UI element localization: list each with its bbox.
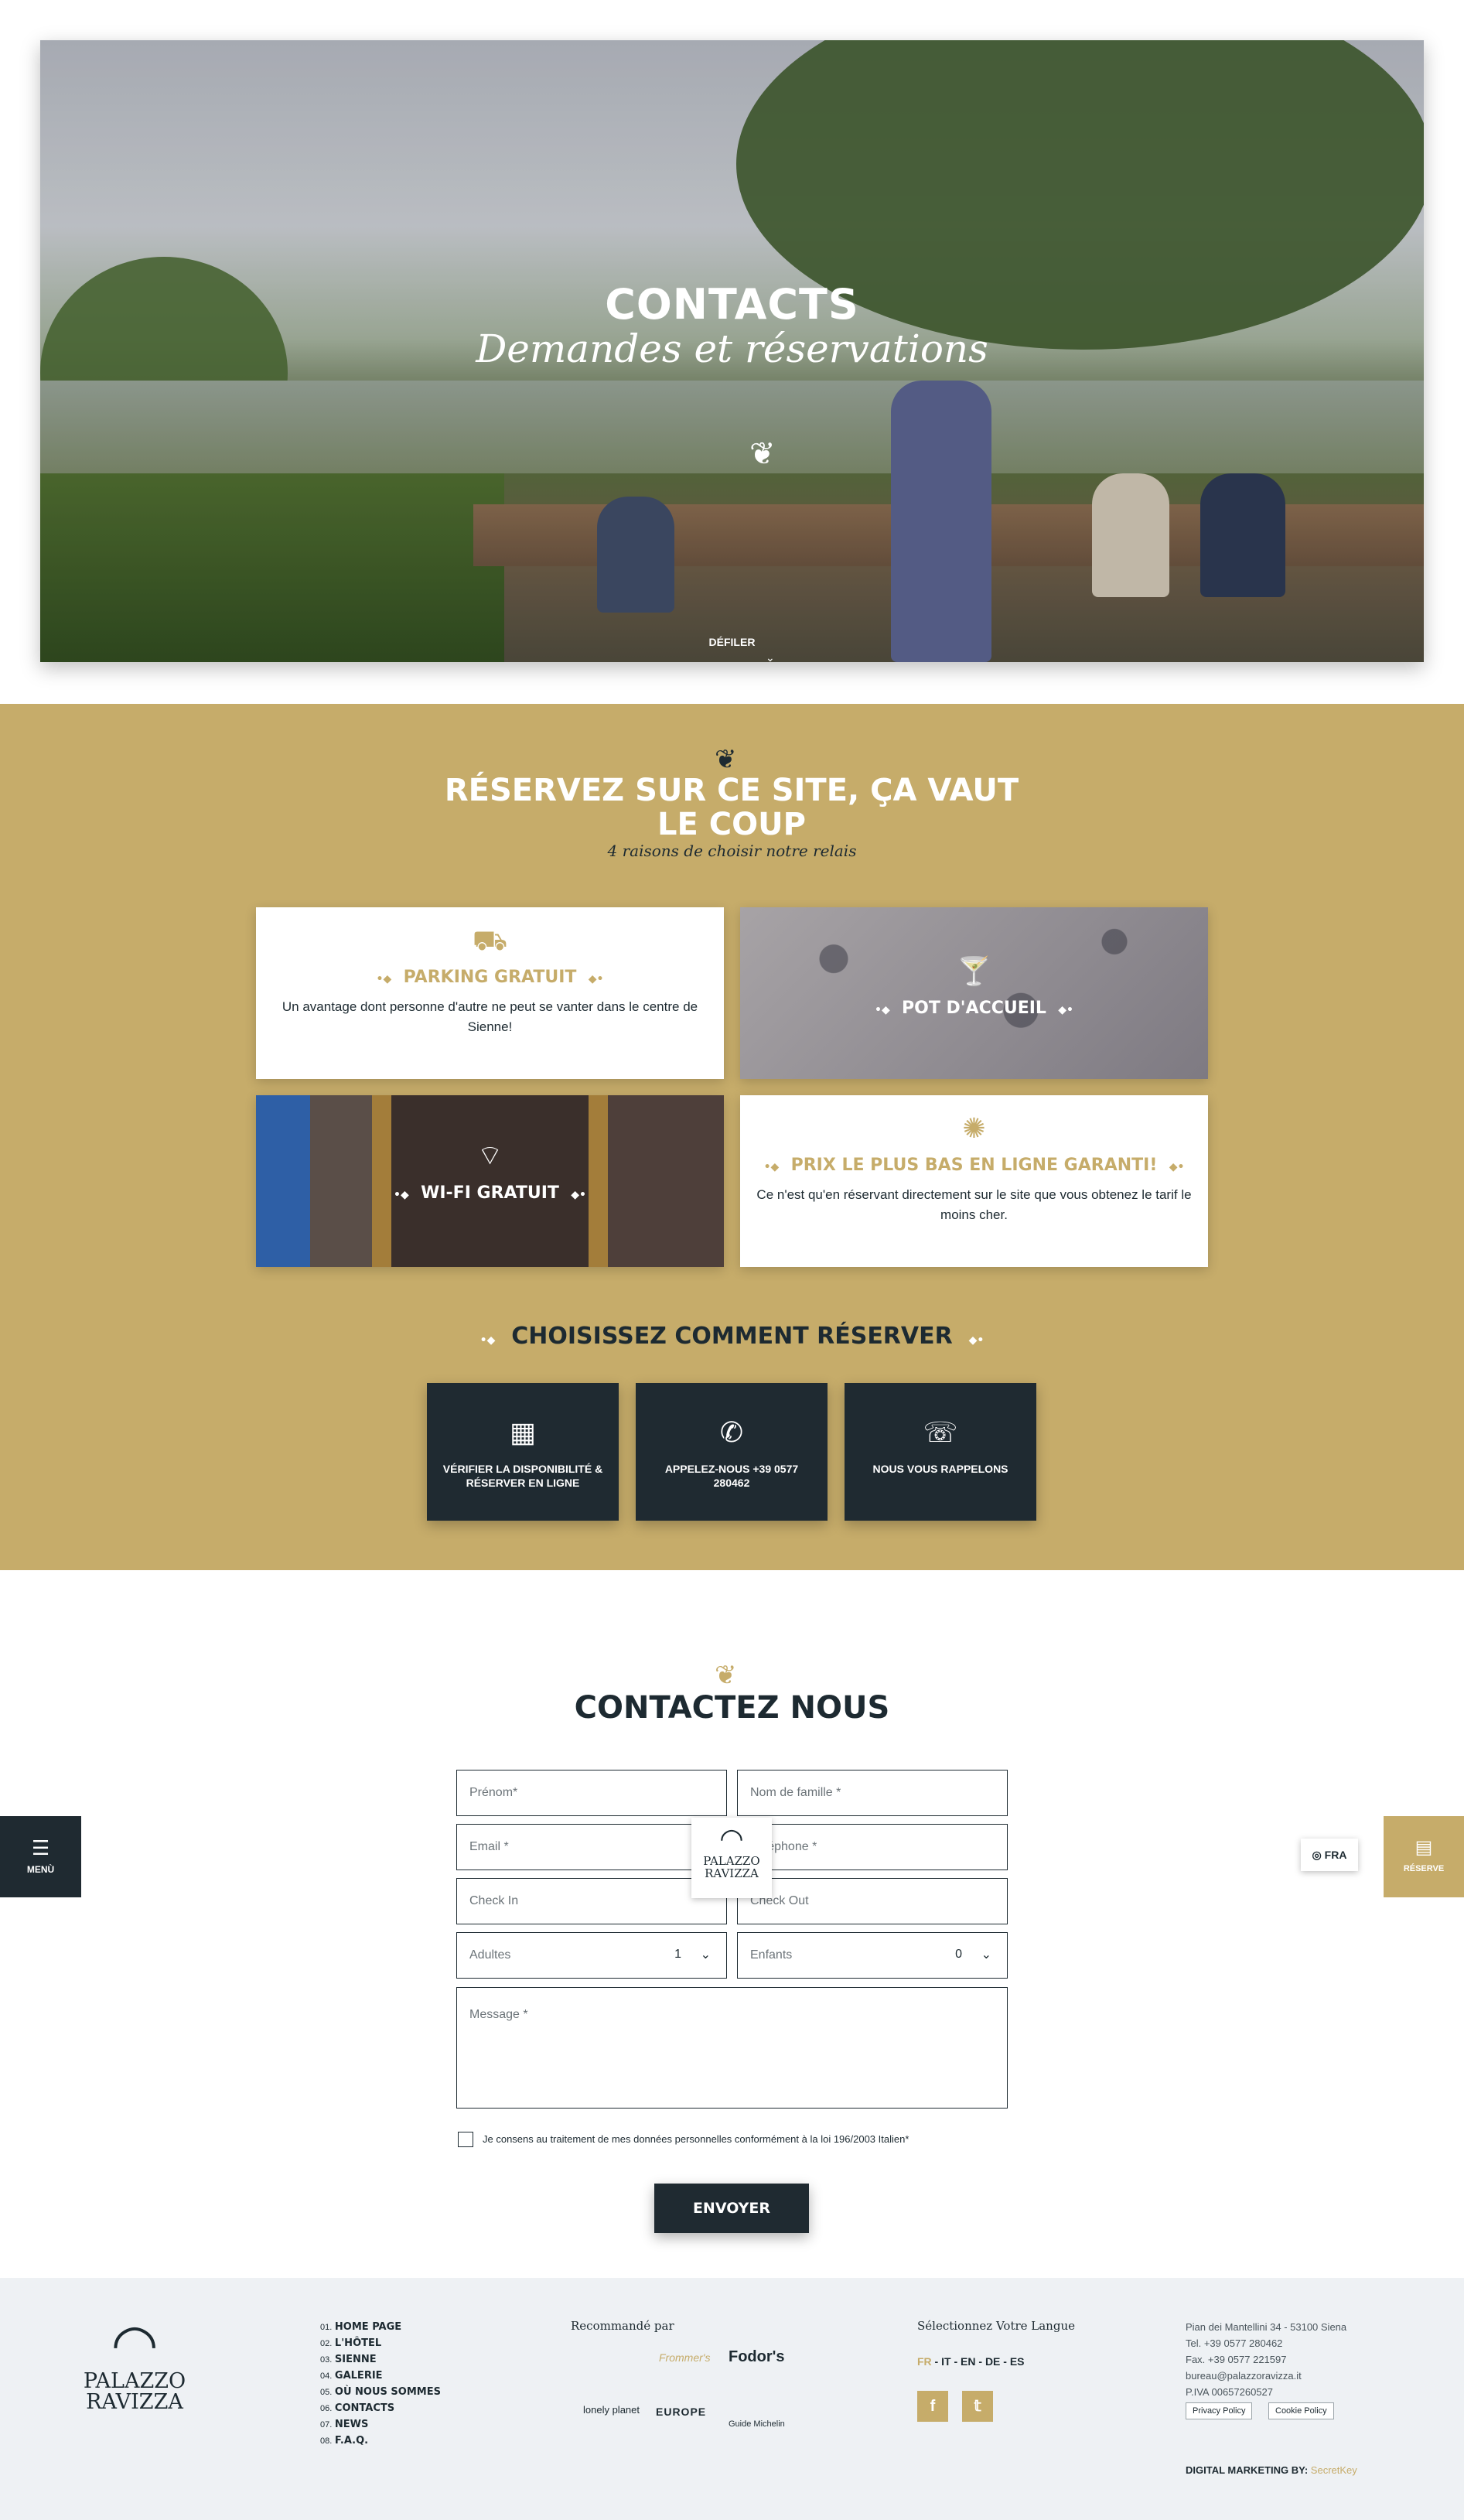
globe-icon: ◎ [1312,1849,1322,1861]
footer-logo[interactable]: ◠ PALAZZO RAVIZZA [80,2317,189,2412]
address: Pian dei Mantellini 34 - 53100 Siena [1186,2321,1347,2333]
calendar-icon: ▦ [509,1416,536,1448]
reason-title: PRIX LE PLUS BAS EN LIGNE GARANTI! [790,1156,1158,1175]
first-name-field[interactable]: Prénom* [456,1770,727,1816]
lang-link-it[interactable]: IT [941,2355,950,2368]
euro-badge-icon: ✺ [962,1112,986,1144]
phone-field[interactable]: Téléphone * [737,1824,1008,1870]
wallpaper-photo [740,907,1208,1079]
privacy-policy-link[interactable]: Privacy Policy [1186,2402,1253,2419]
lang-link-fr[interactable]: FR [917,2355,932,2368]
reasons-subtitle: 4 raisons de choisir notre relais [607,842,857,860]
chevron-down-icon: ⌄ [700,1948,711,1962]
facebook-icon[interactable]: f [917,2391,948,2422]
language-links: FR - IT - EN - DE - ES [917,2355,1025,2368]
recommended-heading: Recommandé par [571,2319,674,2333]
telephone[interactable]: Tel. +39 0577 280462 [1186,2335,1346,2351]
footer-nav-item[interactable]: 07. NEWS [320,2416,441,2433]
scroll-link[interactable]: DÉFILER [40,636,1424,648]
chevron-down-icon[interactable]: ⌄ [766,651,775,662]
page-title: CONTACTS [605,280,859,329]
send-button[interactable]: ENVOYER [654,2184,809,2233]
email-field[interactable]: Email * [456,1824,727,1870]
credit: DIGITAL MARKETING BY: SecretKey [1186,2464,1357,2476]
consent-checkbox[interactable] [458,2132,473,2147]
reason-title: WI-FI GRATUIT [421,1183,559,1203]
footer-nav-item[interactable]: 06. CONTACTS [320,2400,441,2416]
reason-title: POT D'ACCUEIL [902,999,1046,1018]
adults-value: 1 [674,1948,681,1961]
language-switcher[interactable]: ◎ FRA [1301,1839,1358,1871]
call-us-button[interactable]: ✆ APPELEZ-NOUS +39 0577 280462 [636,1383,828,1521]
reason-text: Ce n'est qu'en réservant directement sur… [756,1187,1192,1222]
cocktail-glass-icon: 🍸 [957,955,991,987]
adults-select[interactable]: Adultes 1 ⌄ [456,1932,727,1979]
footer-nav-item[interactable]: 04. GALERIE [320,2368,441,2384]
calendar-icon: ▤ [1415,1837,1433,1858]
floating-logo[interactable]: ◠ PALAZZO RAVIZZA [691,1818,772,1898]
hamburger-icon: ☰ [31,1836,50,1859]
mirror-photo [256,1095,724,1267]
footer-nav-item[interactable]: 08. F.A.Q. [320,2433,441,2449]
last-name-field[interactable]: Nom de famille * [737,1770,1008,1816]
wifi-router-icon: ⌔ [476,1139,503,1171]
reason-card-best-price: ✺ •◆ PRIX LE PLUS BAS EN LIGNE GARANTI! … [740,1095,1208,1267]
butterfly-emblem-icon: ❦ [715,1661,737,1690]
car-icon: ⛟ [472,924,508,956]
chevron-down-icon: ⌄ [981,1948,991,1962]
twitter-icon[interactable]: 𝕥 [962,2391,993,2422]
footer-nav: 01. HOME PAGE 02. L'HÔTEL 03. SIENNE 04.… [320,2319,441,2449]
vat-number: P.IVA 00657260527 [1186,2386,1274,2398]
children-select[interactable]: Enfants 0 ⌄ [737,1932,1008,1979]
reason-card-parking: ⛟ •◆ PARKING GRATUIT ◆• Un avantage dont… [256,907,724,1079]
press-logo-europe: EUROPE [656,2406,707,2418]
hero-banner: CONTACTS Demandes et réservations ❦ DÉFI… [40,40,1424,662]
check-in-field[interactable]: Check In [456,1878,727,1924]
reason-card-wifi: ⌔ •◆ WI-FI GRATUIT ◆• [256,1095,724,1267]
lang-link-es[interactable]: ES [1010,2355,1025,2368]
contact-info: Pian dei Mantellini 34 - 53100 Siena Tel… [1186,2319,1346,2400]
consent-label: Je consens au traitement de mes données … [483,2133,909,2145]
phone-icon: ✆ [719,1416,744,1448]
page-subtitle: Demandes et réservations [476,326,988,371]
arch-logo-icon: ◠ [111,2312,159,2375]
message-textarea[interactable]: Message * [456,1987,1008,2109]
press-logo-fodors: Fodor's [729,2348,785,2365]
contact-title: CONTACTEZ NOUS [574,1690,890,1726]
reason-text: Un avantage dont personne d'autre ne peu… [282,999,698,1034]
butterfly-emblem-icon: ❦ [749,437,776,471]
reason-card-welcome-drink: 🍸 •◆ POT D'ACCUEIL ◆• [740,907,1208,1079]
butterfly-emblem-icon: ❦ [715,745,737,774]
fax: Fax. +39 0577 221597 [1186,2354,1287,2365]
footer-nav-item[interactable]: 01. HOME PAGE [320,2319,441,2335]
menu-button[interactable]: ☰ MENÙ [0,1816,81,1897]
footer-nav-item[interactable]: 02. L'HÔTEL [320,2335,441,2351]
reserve-button[interactable]: ▤ RÉSERVE [1384,1816,1464,1897]
booking-title: CHOISISSEZ COMMENT RÉSERVER [511,1323,953,1350]
book-online-button[interactable]: ▦ VÉRIFIER LA DISPONIBILITÉ & RÉSERVER E… [427,1383,619,1521]
arch-logo-icon: ◠ [719,1823,744,1855]
lang-link-en[interactable]: EN [961,2355,975,2368]
reasons-title: RÉSERVEZ SUR CE SITE, ÇA VAUT LE COUP [444,773,1019,842]
footer-nav-item[interactable]: 03. SIENNE [320,2351,441,2368]
cookie-policy-link[interactable]: Cookie Policy [1268,2402,1334,2419]
callback-button[interactable]: ☏ NOUS VOUS RAPPELONS [845,1383,1036,1521]
phone-callback-icon: ☏ [923,1416,958,1448]
email-link[interactable]: bureau@palazzoravizza.it [1186,2368,1346,2384]
children-value: 0 [955,1948,962,1961]
press-logo-lonely-planet: lonely planet [583,2404,640,2416]
secretkey-link[interactable]: SecretKey [1311,2464,1357,2476]
lang-link-de[interactable]: DE [985,2355,1000,2368]
footer-nav-item[interactable]: 05. OÙ NOUS SOMMES [320,2384,441,2400]
reason-title: PARKING GRATUIT [403,968,577,987]
press-logo-michelin: Guide Michelin [729,2419,785,2429]
press-logo-frommers: Frommer's [659,2351,711,2364]
check-out-field[interactable]: Check Out [737,1878,1008,1924]
language-heading: Sélectionnez Votre Langue [917,2319,1075,2333]
